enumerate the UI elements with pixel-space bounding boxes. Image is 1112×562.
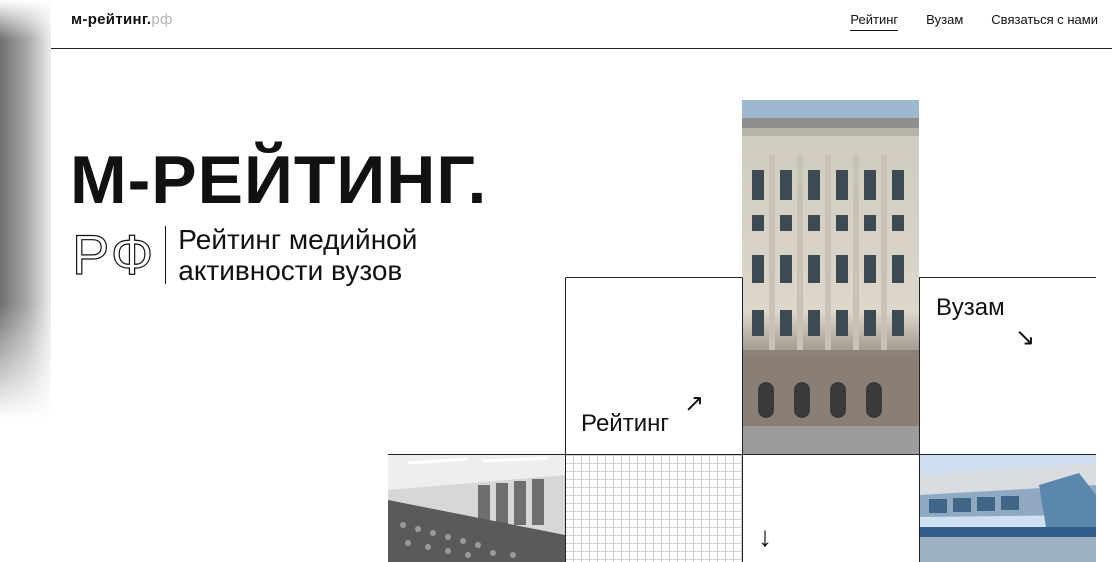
hero-subtitle: Рейтинг медийной активности вузов xyxy=(178,224,417,286)
hero-domain-outline: РФ xyxy=(71,223,156,286)
hero-subtitle-line1: Рейтинг медийной xyxy=(178,224,418,255)
hero-domain-block: РФ Рейтинг медийной активности вузов xyxy=(71,223,417,286)
building-photo xyxy=(742,100,919,454)
arrow-up-right-icon[interactable]: ↗ xyxy=(684,392,704,416)
auditorium-photo-drawing xyxy=(388,455,565,562)
logo-domain-text: рф xyxy=(151,11,173,28)
hero-title: М-РЕЙТИНГ. xyxy=(70,142,488,218)
logo-main-text: м-рейтинг. xyxy=(71,11,152,28)
hero-subtitle-line2: активности вузов xyxy=(178,255,403,286)
site-logo[interactable]: м-рейтинг.рф xyxy=(71,11,173,28)
nav-link-universities[interactable]: Вузам xyxy=(926,12,963,31)
building-photo-drawing xyxy=(742,100,919,454)
nav-link-contact[interactable]: Связаться с нами xyxy=(991,12,1098,31)
left-edge-fade-top xyxy=(0,0,51,40)
left-edge-fade-bottom xyxy=(0,302,51,562)
tile-universities-link[interactable]: Вузам xyxy=(936,294,1005,322)
modern-building-photo xyxy=(919,455,1096,562)
left-edge-photo xyxy=(0,0,51,562)
arrow-down-icon[interactable]: ↓ xyxy=(758,523,772,551)
auditorium-photo xyxy=(388,455,565,562)
graph-paper-tile xyxy=(565,455,742,562)
tile-rating-link[interactable]: Рейтинг xyxy=(581,410,669,438)
main-nav: Рейтинг Вузам Связаться с нами xyxy=(850,12,1098,31)
hero-divider xyxy=(165,226,167,284)
nav-link-rating[interactable]: Рейтинг xyxy=(850,12,899,31)
arrow-down-right-icon[interactable]: ↘ xyxy=(1015,326,1035,350)
modern-building-photo-drawing xyxy=(919,455,1096,562)
site-header: м-рейтинг.рф Рейтинг Вузам Связаться с н… xyxy=(51,0,1112,49)
